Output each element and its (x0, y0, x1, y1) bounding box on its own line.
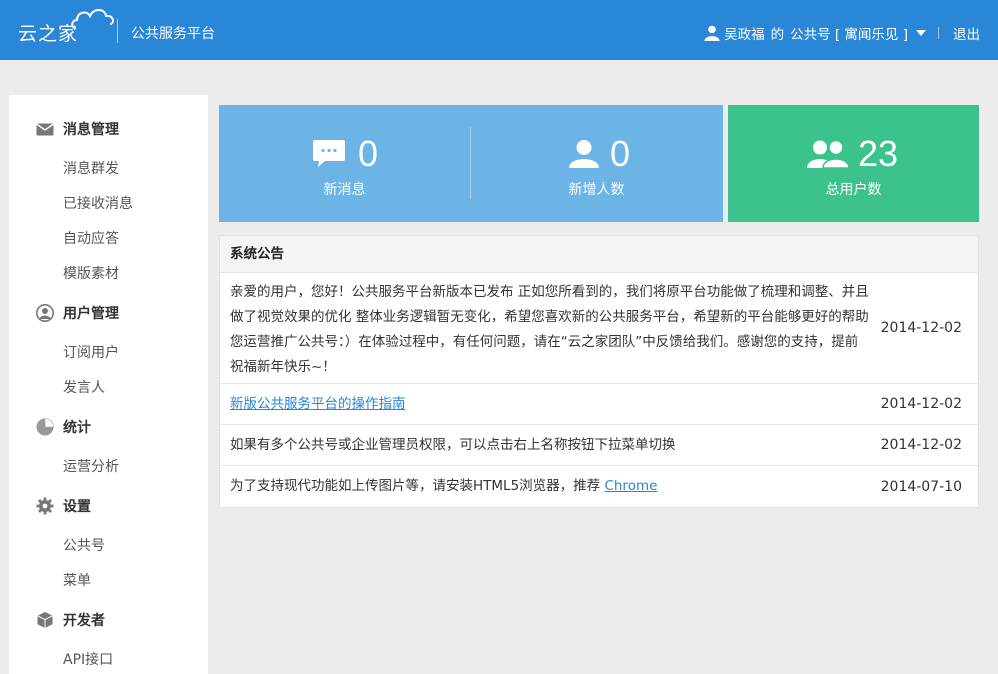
notice-text: 新版公共服务平台的操作指南 (220, 384, 870, 424)
stat-value: 23 (858, 133, 899, 174)
user-icon (569, 140, 599, 168)
gear-icon (36, 497, 54, 515)
nav-item-public-account[interactable]: 公共号 (63, 535, 105, 555)
user-menu: 吴政福 的 公共号 [ 寓闻乐见 ] 退出 (704, 23, 980, 43)
nav-heading-label: 消息管理 (63, 122, 119, 138)
stat-value: 0 (358, 133, 379, 174)
stat-new-messages[interactable]: 0 新消息 (219, 105, 470, 222)
logo[interactable]: 云之家 (18, 9, 115, 46)
envelope-icon (36, 120, 54, 138)
nav-heading-label: 设置 (63, 499, 91, 515)
stat-new-users[interactable]: 0 新增人数 (471, 105, 722, 222)
nav-group-messages: 消息管理 (9, 117, 208, 141)
nav-heading[interactable]: 消息管理 (9, 117, 208, 141)
user-circle-icon (36, 304, 54, 322)
chevron-down-icon[interactable] (916, 30, 926, 36)
sidebar: 消息管理 消息群发 已接收消息 自动应答 模版素材 用户管理 订阅用户 发言人 … (9, 95, 208, 674)
notice-date: 2014-12-02 (880, 320, 962, 336)
nav-item-speakers[interactable]: 发言人 (63, 377, 105, 397)
cloud-icon (71, 9, 115, 29)
table-row: 为了支持现代功能如上传图片等，请安装HTML5浏览器，推荐 Chrome 201… (220, 466, 978, 507)
chrome-link[interactable]: Chrome (604, 478, 657, 494)
guide-link[interactable]: 新版公共服务平台的操作指南 (230, 396, 406, 412)
notice-title: 系统公告 (220, 236, 978, 273)
nav-item-analytics[interactable]: 运营分析 (63, 456, 119, 476)
stat-label: 新增人数 (568, 182, 625, 198)
nav-heading[interactable]: 用户管理 (9, 301, 208, 325)
nav-item-mass-send[interactable]: 消息群发 (63, 158, 119, 178)
stats-panel-new: 0 新消息 0 新增人数 (219, 105, 723, 222)
notice-date: 2014-12-02 (880, 437, 962, 453)
stat-label: 新消息 (323, 182, 366, 198)
nav-group-developer: 开发者 (9, 608, 208, 632)
stat-total-users[interactable]: 23 总用户数 (728, 105, 979, 222)
nav-item-subscribers[interactable]: 订阅用户 (63, 342, 119, 362)
notice-date: 2014-07-10 (880, 478, 962, 495)
pie-chart-icon (36, 418, 54, 436)
notice-text-prefix: 为了支持现代功能如上传图片等，请安装HTML5浏览器，推荐 (230, 478, 605, 494)
nav-heading-label: 统计 (63, 420, 91, 436)
nav-item-received[interactable]: 已接收消息 (63, 193, 133, 213)
nav-item-menu[interactable]: 菜单 (63, 570, 91, 590)
user-of-text: 的 (770, 27, 785, 43)
nav-item-api[interactable]: API接口 (63, 649, 113, 669)
stat-label: 总用户数 (825, 182, 882, 198)
nav-item-auto-reply[interactable]: 自动应答 (63, 228, 119, 248)
header-divider (117, 19, 118, 43)
notice-text: 亲爱的用户，您好！公共服务平台新版本已发布 正如您所看到的，我们将原平台功能做了… (230, 284, 869, 375)
nav-heading-label: 开发者 (63, 613, 105, 629)
logout-link[interactable]: 退出 (953, 23, 980, 43)
nav-group-settings: 设置 (9, 494, 208, 518)
users-icon (807, 139, 849, 169)
table-row: 新版公共服务平台的操作指南 2014-12-02 (220, 384, 978, 425)
nav-heading-label: 用户管理 (63, 306, 119, 322)
top-header: 云之家 公共服务平台 吴政福 的 公共号 [ 寓闻乐见 ] 退出 (0, 0, 998, 60)
nav-heading[interactable]: 开发者 (9, 608, 208, 632)
notice-text: 为了支持现代功能如上传图片等，请安装HTML5浏览器，推荐 Chrome (220, 466, 870, 506)
stats-panel-total: 23 总用户数 (728, 105, 979, 222)
notice-date: 2014-12-02 (880, 396, 962, 412)
nav-heading[interactable]: 统计 (9, 415, 208, 439)
account-switcher[interactable]: 公共号 [ 寓闻乐见 ] (790, 23, 908, 43)
nav-item-templates[interactable]: 模版素材 (63, 263, 119, 283)
stat-value: 0 (610, 133, 631, 174)
nav-heading[interactable]: 设置 (9, 494, 208, 518)
logo-text: 云之家 (18, 23, 79, 45)
user-name[interactable]: 吴政福 (724, 23, 765, 43)
nav-group-stats: 统计 (9, 415, 208, 439)
notice-text: 如果有多个公共号或企业管理员权限，可以点击右上名称按钮下拉菜单切换 (230, 437, 676, 453)
platform-title: 公共服务平台 (131, 26, 215, 42)
nav-group-users: 用户管理 (9, 301, 208, 325)
user-icon (704, 25, 720, 41)
table-row: 如果有多个公共号或企业管理员权限，可以点击右上名称按钮下拉菜单切换 2014-1… (220, 425, 978, 466)
system-notice-table: 系统公告 亲爱的用户，您好！公共服务平台新版本已发布 正如您所看到的，我们将原平… (219, 235, 979, 508)
table-row: 亲爱的用户，您好！公共服务平台新版本已发布 正如您所看到的，我们将原平台功能做了… (220, 273, 978, 384)
header-separator (938, 27, 939, 39)
chat-bubble-icon (313, 140, 345, 167)
cube-icon (36, 611, 54, 629)
